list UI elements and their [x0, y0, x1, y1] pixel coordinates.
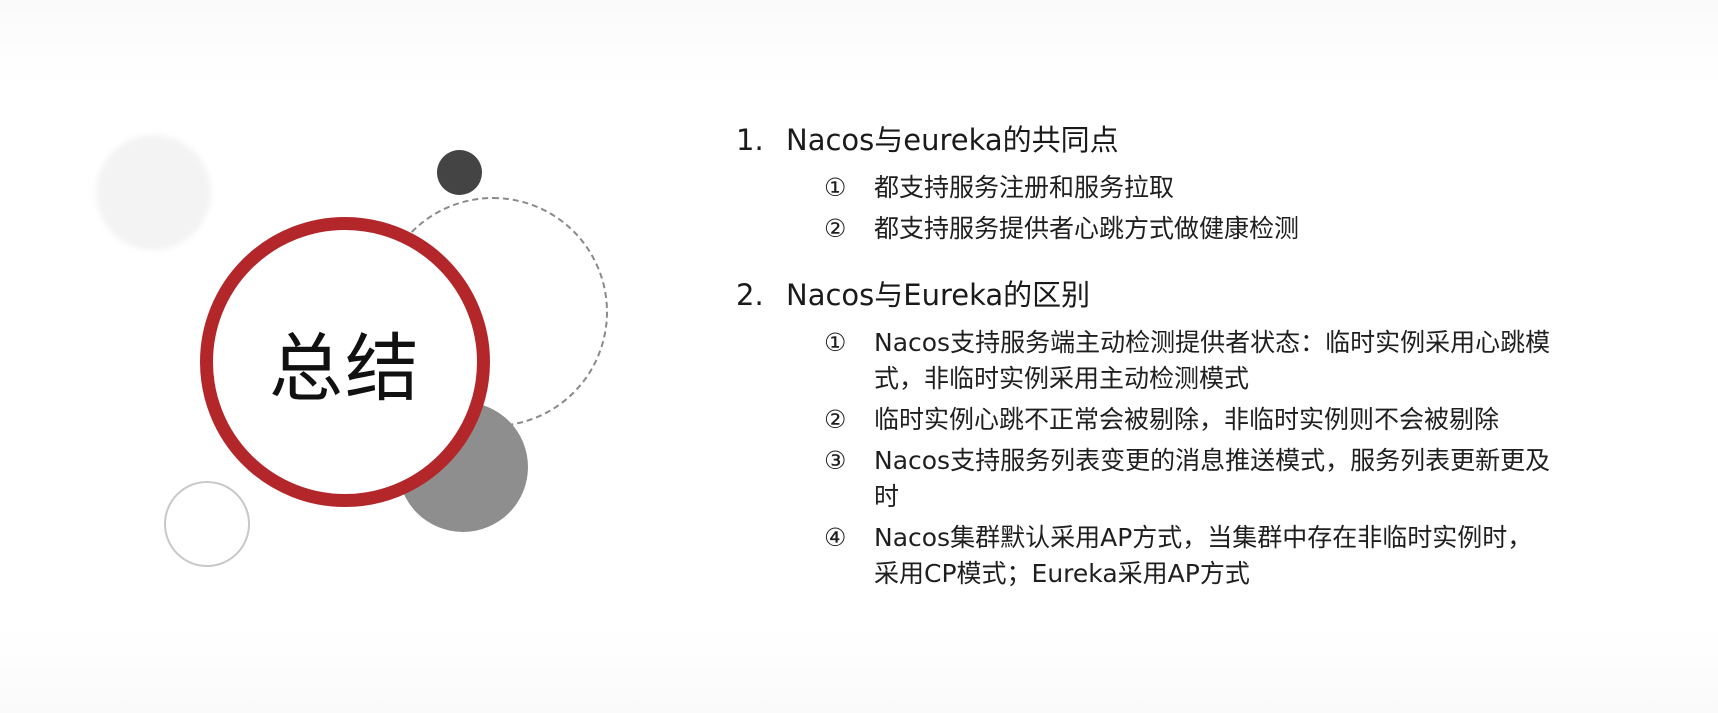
- item-marker: ②: [824, 405, 847, 434]
- item-list: ① Nacos支持服务端主动检测提供者状态：临时实例采用心跳模式，非临时实例采用…: [824, 325, 1636, 592]
- item-marker: ②: [824, 214, 847, 243]
- title-red-ring: 总结: [200, 217, 490, 507]
- list-item: ② 临时实例心跳不正常会被剔除，非临时实例则不会被剔除: [824, 402, 1636, 438]
- item-text: Nacos支持服务列表变更的消息推送模式，服务列表更新更及时: [874, 446, 1551, 511]
- summary-content: 1. Nacos与eureka的共同点 ① 都支持服务注册和服务拉取 ② 都支持…: [736, 118, 1636, 618]
- outline-ring-decoration: [164, 481, 250, 567]
- section-heading: 2. Nacos与Eureka的区别: [736, 273, 1636, 317]
- list-item: ① Nacos支持服务端主动检测提供者状态：临时实例采用心跳模式，非临时实例采用…: [824, 325, 1636, 397]
- list-item: ③ Nacos支持服务列表变更的消息推送模式，服务列表更新更及时: [824, 443, 1636, 515]
- item-marker: ④: [824, 523, 847, 552]
- soft-circle-decoration: [96, 135, 211, 250]
- item-text: 临时实例心跳不正常会被剔除，非临时实例则不会被剔除: [874, 405, 1500, 434]
- item-marker: ③: [824, 446, 847, 475]
- section-differences: 2. Nacos与Eureka的区别 ① Nacos支持服务端主动检测提供者状态…: [736, 273, 1636, 592]
- item-marker: ①: [824, 173, 847, 202]
- slide-title: 总结: [269, 325, 421, 412]
- section-number: 2.: [736, 278, 764, 312]
- section-title: Nacos与Eureka的区别: [786, 278, 1091, 312]
- dark-dot-decoration: [437, 150, 482, 195]
- item-marker: ①: [824, 328, 847, 357]
- section-number: 1.: [736, 123, 764, 157]
- list-item: ① 都支持服务注册和服务拉取: [824, 170, 1636, 206]
- slide: 总结 1. Nacos与eureka的共同点 ① 都支持服务注册和服务拉取 ② …: [0, 0, 1718, 713]
- item-text: Nacos集群默认采用AP方式，当集群中存在非临时实例时，采用CP模式；Eure…: [874, 523, 1533, 588]
- item-text: Nacos支持服务端主动检测提供者状态：临时实例采用心跳模式，非临时实例采用主动…: [874, 328, 1551, 393]
- list-item: ④ Nacos集群默认采用AP方式，当集群中存在非临时实例时，采用CP模式；Eu…: [824, 520, 1636, 592]
- item-text: 都支持服务提供者心跳方式做健康检测: [874, 214, 1300, 243]
- section-common-points: 1. Nacos与eureka的共同点 ① 都支持服务注册和服务拉取 ② 都支持…: [736, 118, 1636, 247]
- item-text: 都支持服务注册和服务拉取: [874, 173, 1175, 202]
- list-item: ② 都支持服务提供者心跳方式做健康检测: [824, 211, 1636, 247]
- section-title: Nacos与eureka的共同点: [786, 123, 1119, 157]
- section-heading: 1. Nacos与eureka的共同点: [736, 118, 1636, 162]
- item-list: ① 都支持服务注册和服务拉取 ② 都支持服务提供者心跳方式做健康检测: [824, 170, 1636, 247]
